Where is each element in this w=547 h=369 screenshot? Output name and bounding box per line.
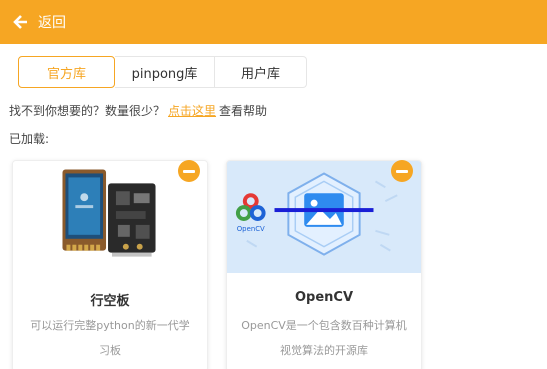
- tab-official[interactable]: 官方库: [18, 56, 115, 88]
- back-label: 返回: [38, 15, 66, 31]
- loaded-label: 已加载:: [9, 132, 50, 146]
- help-suffix: 查看帮助: [219, 104, 268, 118]
- library-card-opencv[interactable]: OpenCV OpenCV OpenCV是一个包含数百种计算机视觉算法的开源库: [226, 160, 422, 369]
- remove-opencv-icon[interactable]: [391, 160, 413, 182]
- card-title: 行空板: [90, 294, 130, 309]
- library-tabs: 官方库 pinpong库 用户库: [18, 56, 307, 88]
- opencv-logo-text: OpenCV: [237, 225, 265, 233]
- help-line: 找不到你想要的？数量很少？ 点击这里 查看帮助: [9, 102, 267, 119]
- card-description: OpenCV是一个包含数百种计算机视觉算法的开源库: [241, 319, 407, 357]
- card-title: OpenCV: [294, 290, 354, 305]
- arrow-left-icon: [13, 15, 27, 29]
- opencv-banner-image: OpenCV: [227, 161, 421, 273]
- help-link[interactable]: 点击这里: [168, 104, 216, 118]
- card-description: 可以运行完整python的新一代学习板: [30, 319, 190, 357]
- tab-user[interactable]: 用户库: [215, 56, 307, 88]
- unihiker-board-image: [13, 161, 207, 273]
- help-prefix: 找不到你想要的？数量很少？: [9, 104, 166, 118]
- remove-unihiker-icon[interactable]: [178, 160, 200, 182]
- tab-pinpong[interactable]: pinpong库: [115, 56, 215, 88]
- library-card-unihiker[interactable]: 行空板 可以运行完整python的新一代学习板: [12, 160, 208, 369]
- back-button[interactable]: 返回: [12, 12, 66, 32]
- header-bar: 返回: [0, 0, 547, 44]
